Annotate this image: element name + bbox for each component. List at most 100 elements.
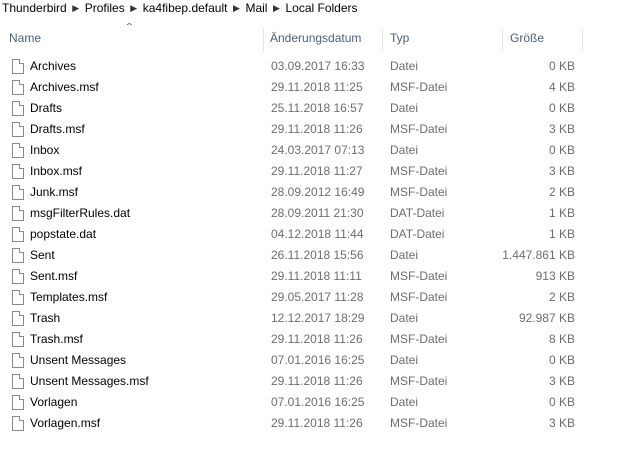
file-size: 0 KB: [548, 143, 575, 157]
file-modified-date: 29.11.2018 11:25: [271, 80, 363, 94]
file-size: 92.987 KB: [518, 311, 575, 325]
file-row[interactable]: Vorlagen.msf 29.11.2018 11:26 MSF-Datei 3 K…: [0, 413, 631, 434]
file-modified-date: 26.11.2018 15:56: [271, 248, 364, 262]
file-icon: [12, 311, 24, 326]
breadcrumb: Thunderbird ▶ Profiles ▶ ka4fibep.defaul…: [0, 0, 631, 16]
chevron-right-icon[interactable]: ▶: [69, 3, 83, 14]
file-name: Junk.msf: [30, 185, 79, 199]
file-type: MSF-Datei: [390, 80, 448, 94]
file-modified-date: 24.03.2017 07:13: [271, 143, 365, 157]
file-icon: [12, 185, 24, 200]
file-row[interactable]: Vorlagen 07.01.2016 16:25 Datei 0 KB: [0, 392, 631, 413]
column-header-type[interactable]: Typ: [384, 30, 502, 54]
column-header-name[interactable]: Name: [3, 30, 263, 54]
column-header-size[interactable]: Größe: [504, 30, 582, 54]
breadcrumb-item-local-folders[interactable]: Local Folders: [283, 0, 359, 16]
file-row[interactable]: Sent.msf 29.11.2018 11:11 MSF-Datei 913 KB: [0, 266, 631, 287]
file-name: Vorlagen: [30, 395, 78, 409]
breadcrumb-item-profile-folder[interactable]: ka4fibep.default: [141, 0, 230, 16]
breadcrumb-item-profiles[interactable]: Profiles: [83, 0, 127, 16]
file-row[interactable]: Sent 26.11.2018 15:56 Datei 1.447.861 KB: [0, 245, 631, 266]
file-size: 2 KB: [548, 185, 575, 199]
file-row[interactable]: Inbox 24.03.2017 07:13 Datei 0 KB: [0, 140, 631, 161]
file-icon: [12, 332, 24, 347]
breadcrumb-item-thunderbird[interactable]: Thunderbird: [0, 0, 69, 16]
file-type: Datei: [390, 395, 419, 409]
file-type: MSF-Datei: [390, 164, 448, 178]
file-row[interactable]: msgFilterRules.dat 28.09.2011 21:30 DAT-Da…: [0, 203, 631, 224]
file-icon: [12, 101, 24, 116]
chevron-right-icon[interactable]: ▶: [127, 3, 141, 14]
file-type: MSF-Datei: [390, 416, 448, 430]
file-row[interactable]: Unsent Messages.msf 29.11.2018 11:26 MSF-D…: [0, 371, 631, 392]
file-modified-date: 29.11.2018 11:26: [271, 122, 363, 136]
file-row[interactable]: Drafts 25.11.2018 16:57 Datei 0 KB: [0, 98, 631, 119]
file-size: 913 KB: [535, 269, 575, 283]
column-resize-handle[interactable]: [502, 28, 503, 52]
file-size: 0 KB: [548, 395, 575, 409]
file-type: DAT-Datei: [390, 206, 445, 220]
file-size: 3 KB: [548, 122, 575, 136]
file-name: Unsent Messages.msf: [30, 374, 149, 388]
column-resize-handle[interactable]: [382, 28, 383, 52]
file-row[interactable]: popstate.dat 04.12.2018 11:44 DAT-Datei 1 K…: [0, 224, 631, 245]
file-icon: [12, 143, 24, 158]
file-size: 8 KB: [548, 332, 575, 346]
file-icon: [12, 248, 24, 263]
file-type: Datei: [390, 143, 419, 157]
file-size: 1 KB: [548, 206, 575, 220]
column-header-row: ⌃ Name Änderungsdatum Typ Größe: [0, 22, 631, 54]
file-modified-date: 29.11.2018 11:11: [271, 269, 362, 283]
file-size: 3 KB: [548, 164, 575, 178]
file-icon: [12, 122, 24, 137]
file-list: Archives 03.09.2017 16:33 Datei 0 KB Archive…: [0, 56, 631, 434]
file-row[interactable]: Templates.msf 29.05.2017 11:28 MSF-Datei 2 …: [0, 287, 631, 308]
file-type: Datei: [390, 59, 419, 73]
file-icon: [12, 59, 24, 74]
file-icon: [12, 80, 24, 95]
chevron-right-icon[interactable]: ▶: [229, 3, 243, 14]
file-name: Archives: [30, 59, 77, 73]
file-row[interactable]: Trash 12.12.2017 18:29 Datei 92.987 KB: [0, 308, 631, 329]
file-row[interactable]: Trash.msf 29.11.2018 11:26 MSF-Datei 8 KB: [0, 329, 631, 350]
file-modified-date: 07.01.2016 16:25: [271, 353, 365, 367]
file-icon: [12, 269, 24, 284]
file-modified-date: 04.12.2018 11:44: [271, 227, 364, 241]
file-size: 1 KB: [548, 227, 575, 241]
file-icon: [12, 416, 24, 431]
file-row[interactable]: Inbox.msf 29.11.2018 11:27 MSF-Datei 3 KB: [0, 161, 631, 182]
file-type: MSF-Datei: [390, 332, 448, 346]
file-name: msgFilterRules.dat: [30, 206, 131, 220]
file-row[interactable]: Drafts.msf 29.11.2018 11:26 MSF-Datei 3 KB: [0, 119, 631, 140]
column-resize-handle[interactable]: [582, 28, 583, 52]
file-modified-date: 29.11.2018 11:26: [271, 374, 363, 388]
file-name: Sent: [30, 248, 55, 262]
file-row[interactable]: Junk.msf 28.09.2012 16:49 MSF-Datei 2 KB: [0, 182, 631, 203]
column-header-date[interactable]: Änderungsdatum: [264, 30, 382, 54]
file-modified-date: 29.11.2018 11:26: [271, 416, 363, 430]
file-type: MSF-Datei: [390, 185, 448, 199]
file-name: Trash.msf: [30, 332, 83, 346]
file-size: 3 KB: [548, 416, 575, 430]
file-modified-date: 07.01.2016 16:25: [271, 395, 365, 409]
file-type: Datei: [390, 248, 419, 262]
file-size: 3 KB: [548, 374, 575, 388]
file-type: MSF-Datei: [390, 122, 448, 136]
file-modified-date: 25.11.2018 16:57: [271, 101, 364, 115]
file-row[interactable]: Unsent Messages 07.01.2016 16:25 Datei 0 KB: [0, 350, 631, 371]
file-name: Drafts: [30, 101, 63, 115]
file-row[interactable]: Archives.msf 29.11.2018 11:25 MSF-Datei 4 K…: [0, 77, 631, 98]
file-modified-date: 12.12.2017 18:29: [271, 311, 365, 325]
file-icon: [12, 227, 24, 242]
breadcrumb-item-mail[interactable]: Mail: [243, 0, 269, 16]
file-type: MSF-Datei: [390, 269, 448, 283]
file-icon: [12, 395, 24, 410]
chevron-right-icon[interactable]: ▶: [269, 3, 283, 14]
file-size: 0 KB: [548, 353, 575, 367]
file-row[interactable]: Archives 03.09.2017 16:33 Datei 0 KB: [0, 56, 631, 77]
file-name: Inbox.msf: [30, 164, 83, 178]
file-name: Vorlagen.msf: [30, 416, 101, 430]
file-name: Templates.msf: [30, 290, 108, 304]
file-modified-date: 29.11.2018 11:26: [271, 332, 363, 346]
file-name: Drafts.msf: [30, 122, 85, 136]
